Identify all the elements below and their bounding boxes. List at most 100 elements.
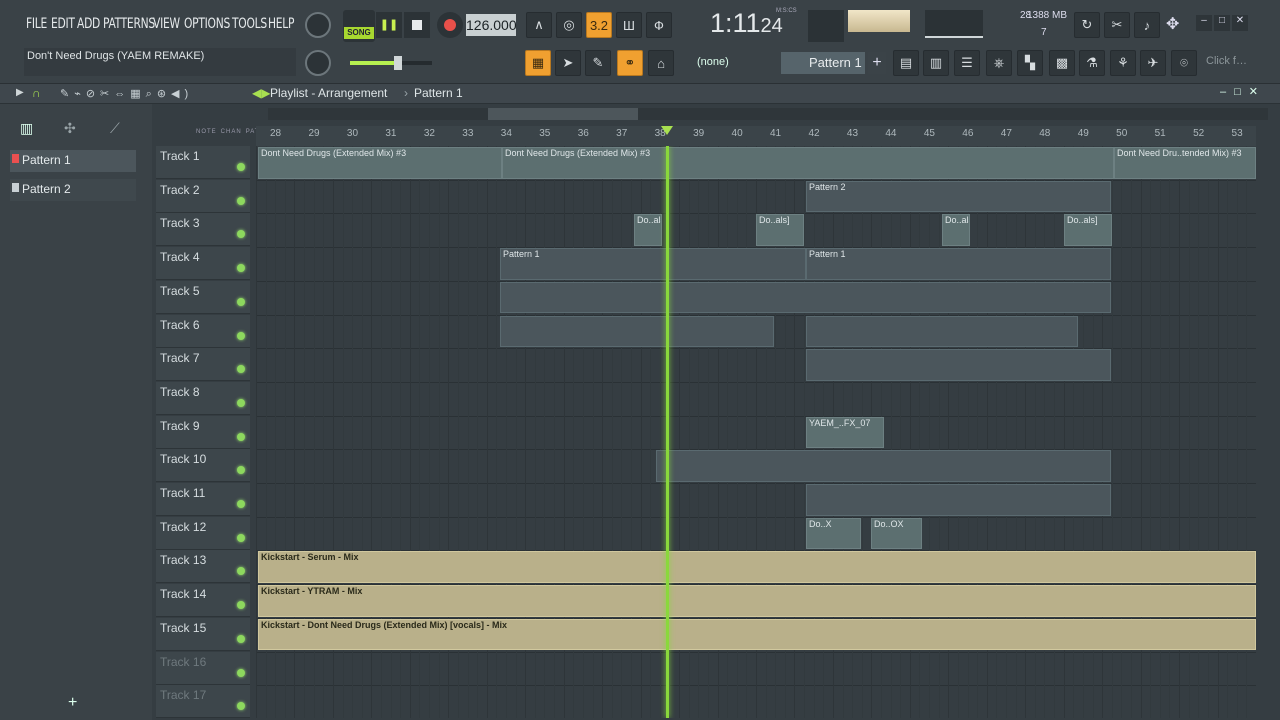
track-mute-led[interactable] — [237, 196, 245, 205]
pattern-list-item[interactable]: Pattern 1 — [10, 150, 136, 172]
scroll-bar[interactable] — [268, 108, 1268, 120]
slice-tool-button[interactable]: ⌂ — [648, 50, 674, 76]
track-header[interactable]: Track 15 — [156, 617, 250, 651]
audio-clip[interactable]: Do..als] — [942, 214, 970, 247]
cpu-button[interactable]: ✂ — [1104, 12, 1130, 38]
wait-input-button[interactable]: ◎ — [556, 12, 582, 38]
tool-icons[interactable]: ✎⌁⊘✂⇔▦⌕⊛◀) — [60, 87, 193, 101]
track-mute-led[interactable] — [237, 163, 245, 171]
track-header[interactable]: Track 9 — [156, 415, 250, 449]
audio-clip[interactable]: Dont Need Dru..tended Mix) #3 — [1114, 147, 1256, 179]
maximize-button[interactable]: □ — [1214, 15, 1230, 31]
online-button[interactable]: ↻ — [1074, 12, 1100, 38]
tempo-display[interactable]: 126.000 — [466, 14, 517, 36]
track-header[interactable]: Track 14 — [156, 584, 250, 618]
mixer-button[interactable]: ▤ — [893, 50, 919, 76]
close-button[interactable]: ✕ — [1232, 15, 1248, 31]
track-mute-led[interactable] — [237, 634, 245, 643]
pattern-clip[interactable] — [806, 484, 1111, 516]
piano-icon[interactable]: ▥ — [20, 120, 33, 137]
project-button[interactable]: ▩ — [1049, 50, 1075, 76]
bell-button[interactable]: ✈ — [1140, 50, 1166, 76]
audio-clip[interactable]: Do..OX — [871, 517, 922, 550]
pattern-clip[interactable]: Pattern 1 — [500, 248, 806, 280]
track-header[interactable]: Track 8 — [156, 381, 250, 415]
track-mute-led[interactable] — [237, 365, 245, 374]
track-mute-led[interactable] — [237, 567, 245, 576]
song-mode-toggle[interactable]: SONG — [343, 10, 375, 42]
track-mute-led[interactable] — [237, 668, 245, 677]
paint-tool-button[interactable]: ✎ — [585, 50, 611, 76]
pause-button[interactable]: ❚❚ — [376, 12, 402, 38]
arrow-tool-button[interactable]: ➤ — [555, 50, 581, 76]
pattern-clip[interactable] — [500, 315, 774, 348]
minimize-button[interactable]: – — [1196, 15, 1212, 31]
pattern-clip[interactable]: Pattern 1 — [806, 248, 1111, 280]
loop-record-button[interactable]: Ф — [646, 12, 672, 38]
track-header[interactable]: Track 7 — [156, 348, 250, 382]
browser-button[interactable]: ▚ — [1017, 50, 1043, 76]
menu-help[interactable]: HELP — [268, 16, 294, 32]
track-header[interactable]: Track 4 — [156, 247, 250, 281]
stop-button[interactable] — [404, 12, 430, 38]
track-header[interactable]: Track 11 — [156, 483, 250, 516]
track-mute-led[interactable] — [237, 601, 245, 610]
track-mute-led[interactable] — [237, 702, 245, 711]
pattern-clip[interactable] — [656, 450, 1111, 482]
move-icon[interactable]: ✥ — [1166, 14, 1179, 34]
metronome-button[interactable]: ∧ — [526, 12, 552, 38]
automation-clip[interactable]: Kickstart - YTRAM - Mix — [258, 585, 1256, 617]
track-header[interactable]: Track 17 — [156, 685, 250, 719]
audio-clip[interactable]: Do..als] — [1064, 214, 1112, 247]
pattern-clip[interactable]: Pattern 2 — [806, 180, 1111, 213]
timeline-ruler[interactable]: 28 29 30 31 32 33 34 35 36 37 38 39 40 41 42 43 44 45 46 47… — [256, 126, 1256, 146]
track-mute-led[interactable] — [237, 230, 245, 239]
pattern-clip[interactable] — [500, 281, 1111, 314]
add-pattern-button[interactable]: + — [868, 52, 886, 74]
menu-view[interactable]: VIEW — [153, 16, 180, 32]
pitch-knob[interactable] — [305, 50, 331, 76]
plugin-db-button[interactable]: ⚘ — [1110, 50, 1136, 76]
pattern-clip[interactable] — [806, 315, 1078, 348]
track-mute-led[interactable] — [237, 331, 245, 340]
arrangement-grid[interactable]: Dont Need Drugs (Extended Mix) #3 Dont Ne… — [256, 146, 1256, 718]
mic-button[interactable]: ♪ — [1134, 12, 1160, 38]
audio-clip[interactable]: Do..X — [806, 517, 861, 550]
track-mute-led[interactable] — [237, 297, 245, 306]
tool-button[interactable]: ⚗ — [1079, 50, 1105, 76]
search-hint[interactable]: Click f… — [1206, 55, 1247, 67]
track-header[interactable]: Track 16 — [156, 651, 250, 685]
track-mute-led[interactable] — [237, 398, 245, 407]
automation-clip[interactable]: Kickstart - Serum - Mix — [258, 551, 1256, 584]
snap-button[interactable]: ⚭ — [617, 50, 643, 76]
track-header[interactable]: Track 1 — [156, 146, 250, 179]
track-mute-led[interactable] — [237, 264, 245, 273]
pattern-none-select[interactable]: (none) — [697, 56, 757, 72]
playlist-play-icon[interactable]: ◀▶ — [252, 86, 270, 100]
audio-clip[interactable]: Dont Need Drugs (Extended Mix) #3 — [258, 147, 502, 179]
step-edit-button[interactable]: Ш — [616, 12, 642, 38]
audio-clip[interactable]: Do..als] — [756, 214, 804, 247]
audio-clip[interactable]: Dont Need Drugs (Extended Mix) #3 — [502, 147, 1114, 179]
automation-icon[interactable]: ⟋ — [110, 120, 120, 137]
master-pitch-slider[interactable] — [350, 56, 432, 70]
countdown-button[interactable]: 3.2 — [586, 12, 612, 38]
playhead-marker[interactable] — [661, 126, 673, 135]
menu-edit[interactable]: EDIT — [51, 16, 75, 32]
menu-add[interactable]: ADD — [77, 16, 100, 32]
track-header[interactable]: Track 13 — [156, 550, 250, 584]
menu-file[interactable]: FILE — [26, 16, 47, 32]
playlist-button[interactable]: ▦ — [525, 50, 551, 76]
track-header[interactable]: Track 3 — [156, 213, 250, 247]
track-mute-led[interactable] — [237, 500, 245, 508]
channel-rack-button[interactable]: ▥ — [923, 50, 949, 76]
track-header[interactable]: Track 5 — [156, 280, 250, 314]
plugin-picker-button[interactable]: ⎈ — [986, 50, 1012, 76]
magnet-icon[interactable]: ∩ — [32, 86, 41, 100]
track-mute-led[interactable] — [237, 466, 245, 475]
expand-icon[interactable]: ▶ — [16, 87, 24, 98]
pattern-clip[interactable] — [806, 349, 1111, 381]
add-icon[interactable]: + — [68, 694, 77, 712]
waveform-icon[interactable]: ✣ — [64, 120, 76, 137]
track-mute-led[interactable] — [237, 432, 245, 441]
